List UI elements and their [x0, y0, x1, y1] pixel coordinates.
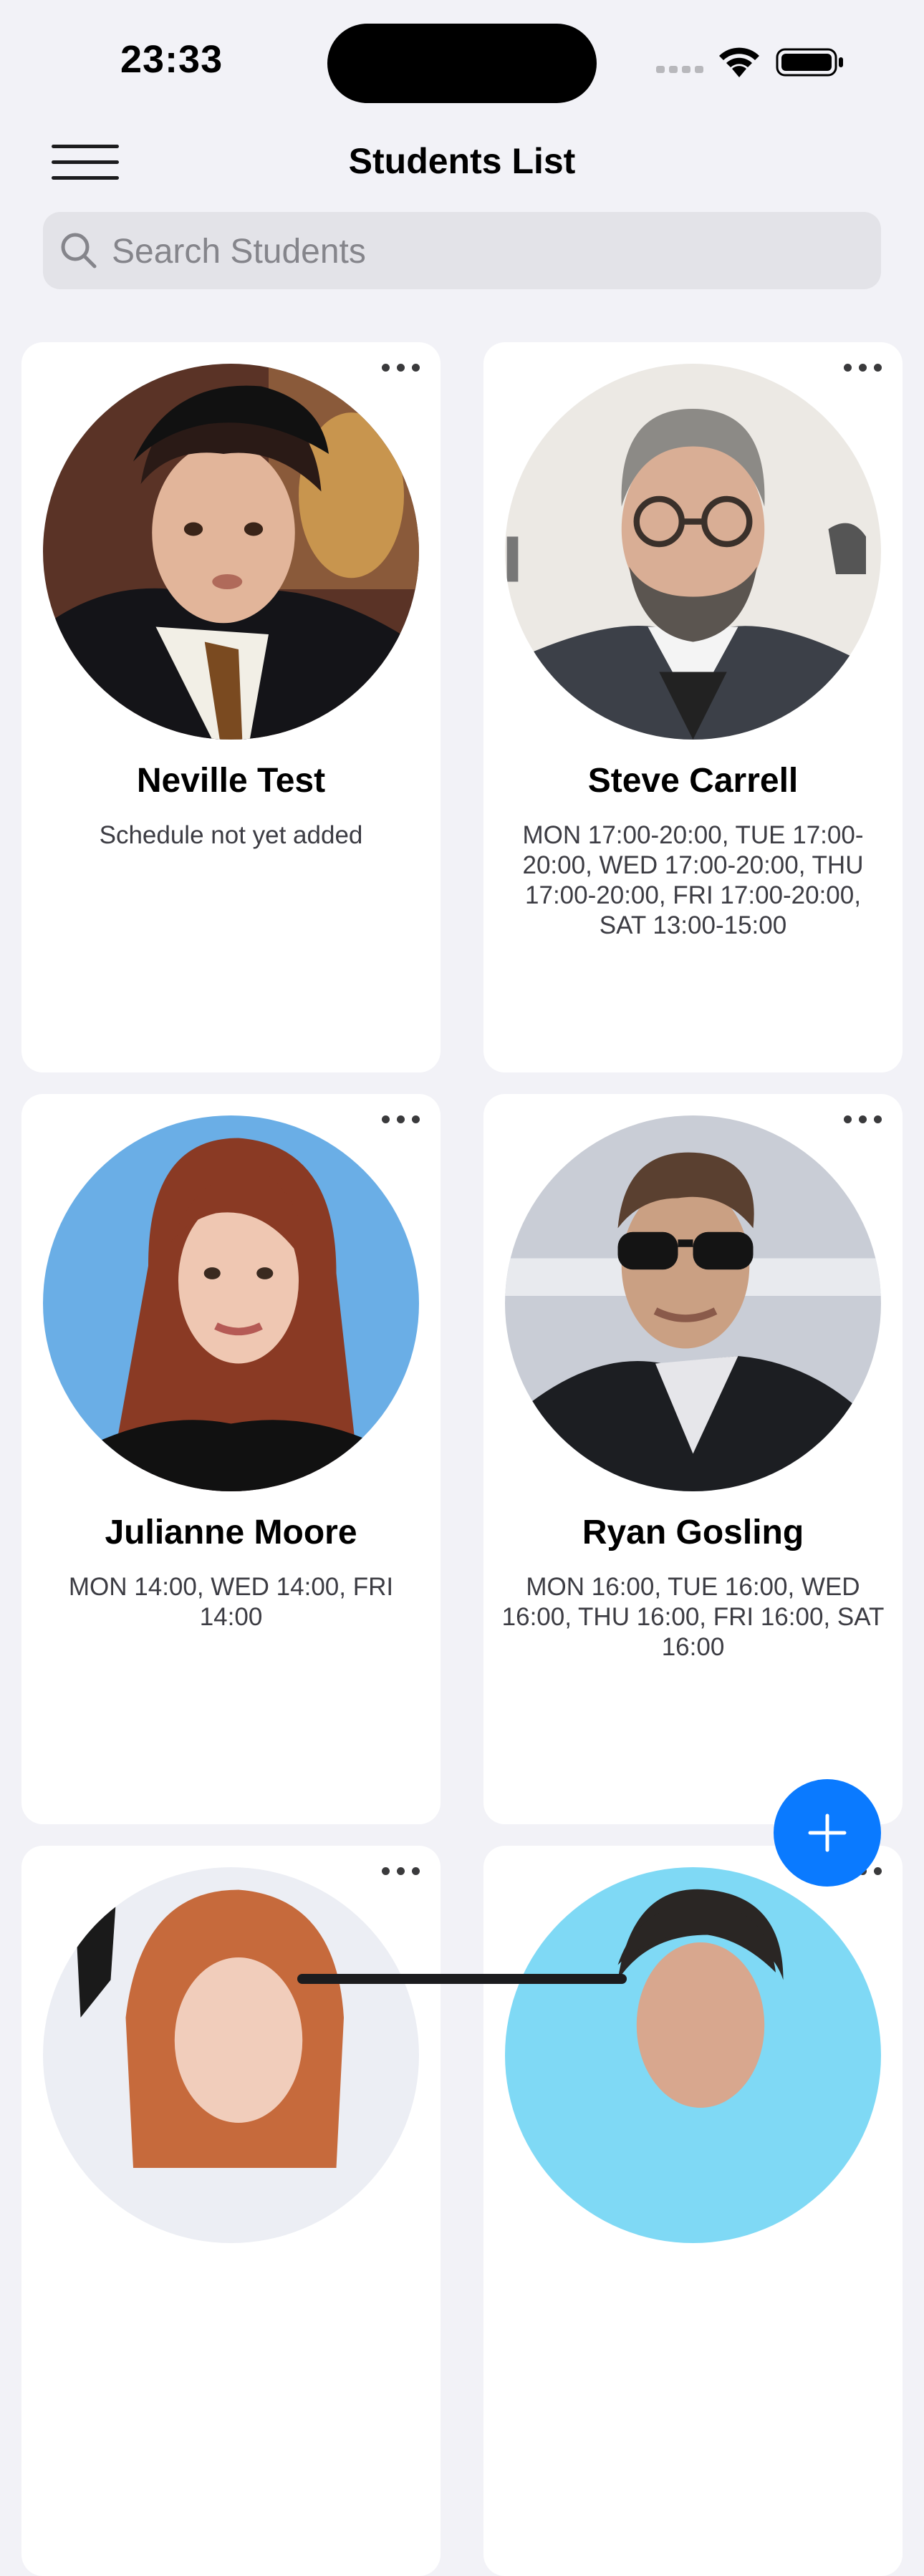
student-card[interactable]: Steve Carrell MON 17:00-20:00, TUE 17:00…	[483, 342, 903, 1072]
student-photo	[43, 364, 419, 740]
more-options-icon[interactable]	[376, 352, 426, 381]
student-card[interactable]	[21, 1846, 441, 2576]
plus-icon	[808, 1814, 847, 1852]
search-icon	[59, 231, 99, 271]
student-card[interactable]	[483, 1846, 903, 2576]
student-schedule: Schedule not yet added	[99, 821, 363, 849]
dynamic-island	[327, 24, 597, 103]
home-indicator	[297, 1974, 627, 1984]
student-schedule: MON 17:00-20:00, TUE 17:00-20:00, WED 17…	[522, 821, 864, 939]
student-name: Ryan Gosling	[582, 1514, 804, 1551]
more-options-icon[interactable]	[376, 1104, 426, 1133]
search-input[interactable]	[110, 212, 858, 291]
more-options-icon[interactable]	[376, 1856, 426, 1884]
more-options-icon[interactable]	[838, 1104, 888, 1133]
student-photo	[43, 1115, 419, 1491]
add-student-button[interactable]	[774, 1779, 881, 1887]
student-photo	[505, 364, 881, 740]
student-name: Neville Test	[136, 762, 326, 800]
more-options-icon[interactable]	[838, 352, 888, 381]
student-photo	[505, 1867, 881, 2243]
battery-icon	[776, 47, 844, 78]
student-photo	[505, 1115, 881, 1491]
student-photo	[43, 1867, 419, 2243]
status-bar: 23:33	[0, 0, 924, 122]
student-name: Julianne Moore	[105, 1514, 357, 1551]
page-title: Students List	[348, 141, 576, 181]
student-schedule: MON 14:00, WED 14:00, FRI 14:00	[68, 1573, 394, 1631]
search-bar[interactable]	[43, 212, 881, 291]
student-card[interactable]: Ryan Gosling MON 16:00, TUE 16:00, WED 1…	[483, 1094, 903, 1824]
status-time: 23:33	[120, 38, 223, 81]
student-card[interactable]: Neville Test Schedule not yet added	[21, 342, 441, 1072]
cellular-signal-icon	[656, 66, 703, 74]
student-name: Steve Carrell	[587, 762, 799, 800]
student-card[interactable]: Julianne Moore MON 14:00, WED 14:00, FRI…	[21, 1094, 441, 1824]
wifi-icon	[716, 44, 762, 79]
student-schedule: MON 16:00, TUE 16:00, WED 16:00, THU 16:…	[501, 1573, 885, 1661]
